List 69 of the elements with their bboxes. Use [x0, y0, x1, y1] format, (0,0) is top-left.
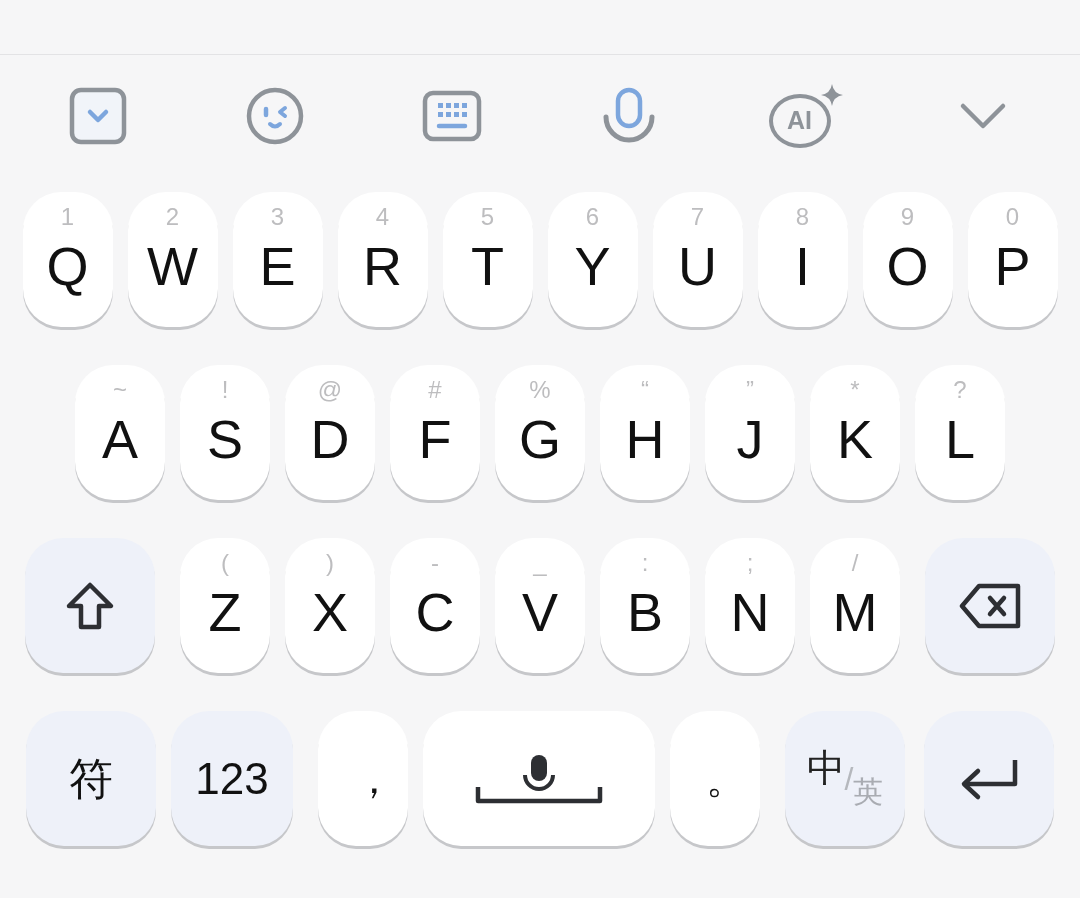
- key-hint: 5: [480, 202, 495, 232]
- key-hint: #: [428, 375, 442, 405]
- key-hint: _: [533, 548, 547, 578]
- sparkle-icon[interactable]: [820, 83, 843, 106]
- shift-key[interactable]: [25, 538, 155, 673]
- key-hint: -: [431, 548, 439, 578]
- letter-key[interactable]: 6 Y: [547, 192, 638, 327]
- winking-face-icon[interactable]: [245, 86, 304, 145]
- letter-key[interactable]: 2 W: [127, 192, 218, 327]
- key-hint: “: [641, 375, 649, 405]
- letter-key[interactable]: - C: [390, 538, 480, 673]
- key-hint: 8: [795, 202, 810, 232]
- mic-space-icon: [475, 752, 603, 805]
- enter-key[interactable]: [924, 711, 1054, 846]
- letter-key[interactable]: 4 R: [337, 192, 428, 327]
- letter-key[interactable]: ~ A: [75, 365, 165, 500]
- letter-key[interactable]: % G: [495, 365, 585, 500]
- backspace-key[interactable]: [925, 538, 1055, 673]
- letter-key[interactable]: 0 P: [967, 192, 1058, 327]
- letter-key[interactable]: # F: [390, 365, 480, 500]
- letter-key[interactable]: ! S: [180, 365, 270, 500]
- letter-key[interactable]: : B: [600, 538, 690, 673]
- key-hint: %: [529, 375, 551, 405]
- key-hint: 9: [900, 202, 915, 232]
- key-hint: @: [317, 375, 343, 405]
- key-hint: ?: [953, 375, 967, 405]
- key-hint: :: [641, 548, 649, 578]
- letter-key[interactable]: ; N: [705, 538, 795, 673]
- key-hint: ~: [113, 375, 127, 405]
- letter-key[interactable]: / M: [810, 538, 900, 673]
- key-hint: 0: [1005, 202, 1020, 232]
- letter-key[interactable]: 7 U: [652, 192, 743, 327]
- punctuation-key[interactable]: ，: [318, 711, 408, 846]
- letter-key[interactable]: * K: [810, 365, 900, 500]
- punctuation-key[interactable]: 。: [670, 711, 760, 846]
- key-hint: 1: [60, 202, 75, 232]
- key-hint: ): [326, 548, 334, 578]
- letter-key[interactable]: ” J: [705, 365, 795, 500]
- microphone-icon[interactable]: [601, 86, 656, 145]
- letter-key[interactable]: @ D: [285, 365, 375, 500]
- numbers-key[interactable]: 123: [171, 711, 293, 846]
- key-hint: *: [850, 375, 860, 405]
- caret-square-icon[interactable]: [68, 86, 127, 145]
- key-hint: 4: [375, 202, 390, 232]
- letter-key[interactable]: ( Z: [180, 538, 270, 673]
- letter-key[interactable]: 3 E: [232, 192, 323, 327]
- key-hint: (: [221, 548, 229, 578]
- keyboard-icon[interactable]: [421, 89, 482, 142]
- key-hint: ;: [746, 548, 754, 578]
- letter-key[interactable]: 9 O: [862, 192, 953, 327]
- key-hint: 6: [585, 202, 600, 232]
- letter-key[interactable]: 5 T: [442, 192, 533, 327]
- backspace-icon: [959, 582, 1021, 629]
- key-hint: 3: [270, 202, 285, 232]
- key-hint: /: [851, 548, 859, 578]
- letter-key[interactable]: 1 Q: [22, 192, 113, 327]
- symbols-key[interactable]: 符: [26, 711, 156, 846]
- language-switch-key[interactable]: 中/英: [785, 711, 905, 846]
- letter-key[interactable]: “ H: [600, 365, 690, 500]
- letter-key[interactable]: 8 I: [757, 192, 848, 327]
- space-key[interactable]: [423, 711, 655, 846]
- letter-key[interactable]: _ V: [495, 538, 585, 673]
- letter-key[interactable]: ) X: [285, 538, 375, 673]
- letter-key[interactable]: ? L: [915, 365, 1005, 500]
- key-hint: 7: [690, 202, 705, 232]
- key-hint: !: [221, 375, 229, 405]
- key-hint: 2: [165, 202, 180, 232]
- key-hint: ”: [746, 375, 754, 405]
- up-arrow-icon: [65, 580, 115, 631]
